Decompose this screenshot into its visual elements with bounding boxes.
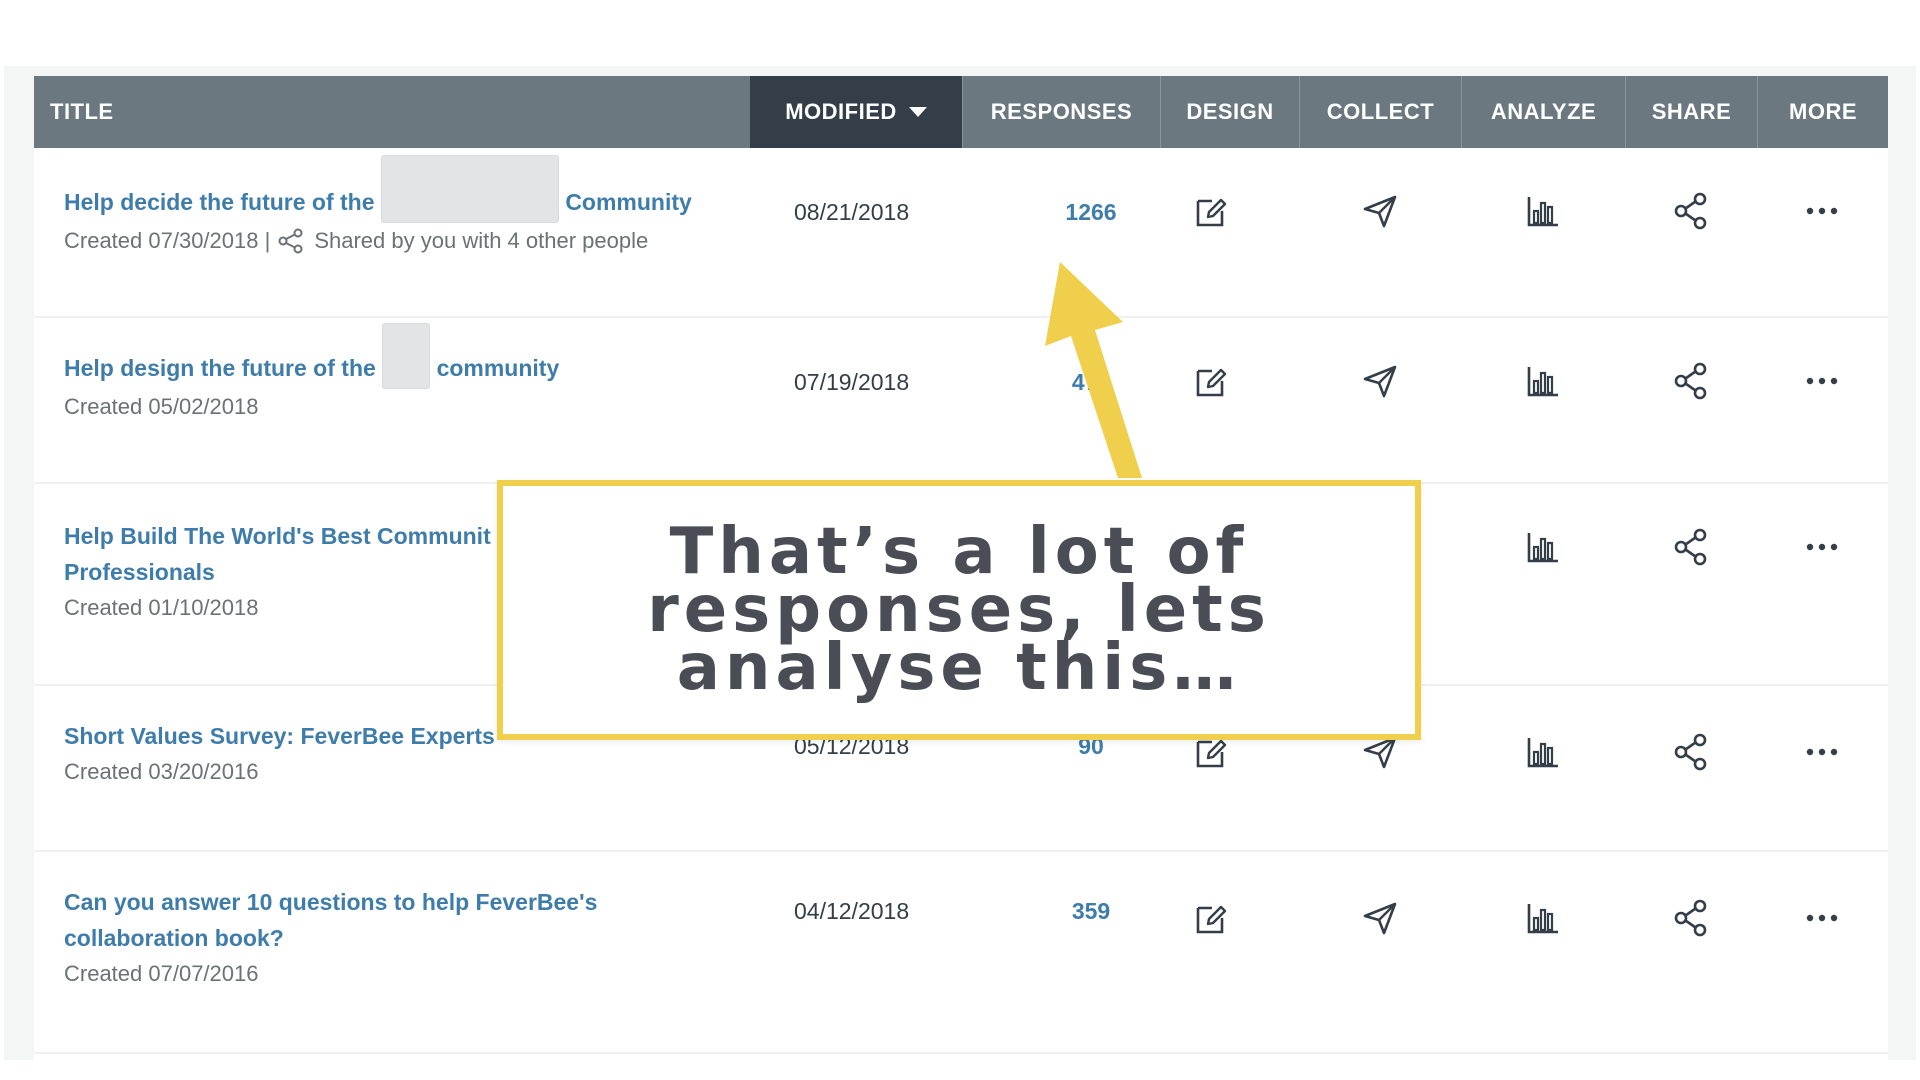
created-date: Created 01/10/2018 <box>64 595 259 620</box>
responses-link[interactable]: 1266 <box>1006 199 1176 226</box>
callout-line: analyse this… <box>676 631 1242 705</box>
column-analyze[interactable]: ANALYZE <box>1461 76 1625 148</box>
modified-date: 04/12/2018 <box>794 898 910 924</box>
table-row: Can you answer 10 questions to help Feve… <box>34 852 1888 1054</box>
created-date: Created 05/02/2018 <box>64 393 259 419</box>
column-modified[interactable]: MODIFIED <box>750 76 962 148</box>
title-text: collaboration book? <box>64 925 284 951</box>
survey-title-link[interactable]: Can you answer 10 questions to help Feve… <box>64 884 764 956</box>
share-icon[interactable] <box>1671 898 1711 938</box>
send-icon[interactable] <box>1360 361 1400 401</box>
column-title[interactable]: TITLE <box>34 76 750 148</box>
edit-icon[interactable] <box>1190 191 1230 231</box>
table-header: TITLE MODIFIED RESPONSES DESIGN COLLECT … <box>34 76 1888 148</box>
share-icon[interactable] <box>1671 361 1711 401</box>
send-icon[interactable] <box>1360 898 1400 938</box>
table-row: Help decide the future of the Community … <box>34 148 1888 318</box>
callout-box: That’s a lot of responses, lets analyse … <box>497 480 1421 740</box>
responses-link[interactable]: 472 <box>1006 369 1176 396</box>
share-icon[interactable] <box>1671 732 1711 772</box>
survey-title-link[interactable]: Help decide the future of the Community <box>64 154 764 223</box>
modified-date: 08/21/2018 <box>794 199 910 225</box>
redacted-block <box>382 322 431 389</box>
share-icon[interactable] <box>1671 527 1711 567</box>
column-modified-label: MODIFIED <box>785 99 897 124</box>
more-icon[interactable] <box>1802 732 1842 772</box>
bar-chart-icon[interactable] <box>1523 191 1563 231</box>
edit-icon[interactable] <box>1190 361 1230 401</box>
title-text: community <box>436 355 560 381</box>
bar-chart-icon[interactable] <box>1523 732 1563 772</box>
column-collect[interactable]: COLLECT <box>1299 76 1461 148</box>
survey-meta: Created 03/20/2016 <box>64 754 764 790</box>
survey-meta: Created 07/07/2016 <box>64 956 764 992</box>
title-text: Help design the future of the <box>64 355 376 381</box>
edit-icon[interactable] <box>1190 898 1230 938</box>
survey-meta: Created 07/30/2018 | Shared by you with … <box>64 223 764 259</box>
caret-down-icon <box>908 107 927 117</box>
send-icon[interactable] <box>1360 191 1400 231</box>
column-more[interactable]: MORE <box>1757 76 1888 148</box>
shared-info: Shared by you with 4 other people <box>314 227 649 253</box>
share-icon <box>278 228 303 254</box>
created-date: Created 07/07/2016 <box>64 961 259 986</box>
survey-title-link[interactable]: Help design the future of the community <box>64 322 764 389</box>
bar-chart-icon[interactable] <box>1523 361 1563 401</box>
column-design[interactable]: DESIGN <box>1160 76 1299 148</box>
survey-meta: Created 05/02/2018 <box>64 389 764 425</box>
created-date: Created 03/20/2016 <box>64 759 259 784</box>
more-icon[interactable] <box>1802 527 1842 567</box>
title-text: Help decide the future of the <box>64 189 375 215</box>
bar-chart-icon[interactable] <box>1523 527 1563 567</box>
responses-link[interactable]: 359 <box>1006 898 1176 925</box>
redacted-block <box>380 154 559 223</box>
title-text: Community <box>565 189 692 215</box>
more-icon[interactable] <box>1802 361 1842 401</box>
column-responses[interactable]: RESPONSES <box>962 76 1160 148</box>
column-share[interactable]: SHARE <box>1625 76 1757 148</box>
callout-text: That’s a lot of responses, lets analyse … <box>647 520 1271 705</box>
title-text: Can you answer 10 questions to help Feve… <box>64 889 598 915</box>
bar-chart-icon[interactable] <box>1523 898 1563 938</box>
more-icon[interactable] <box>1802 898 1842 938</box>
table-row: Help design the future of the community … <box>34 318 1888 484</box>
created-date: Created 07/30/2018 | <box>64 227 271 253</box>
modified-date: 07/19/2018 <box>794 369 910 395</box>
more-icon[interactable] <box>1802 191 1842 231</box>
share-icon[interactable] <box>1671 191 1711 231</box>
